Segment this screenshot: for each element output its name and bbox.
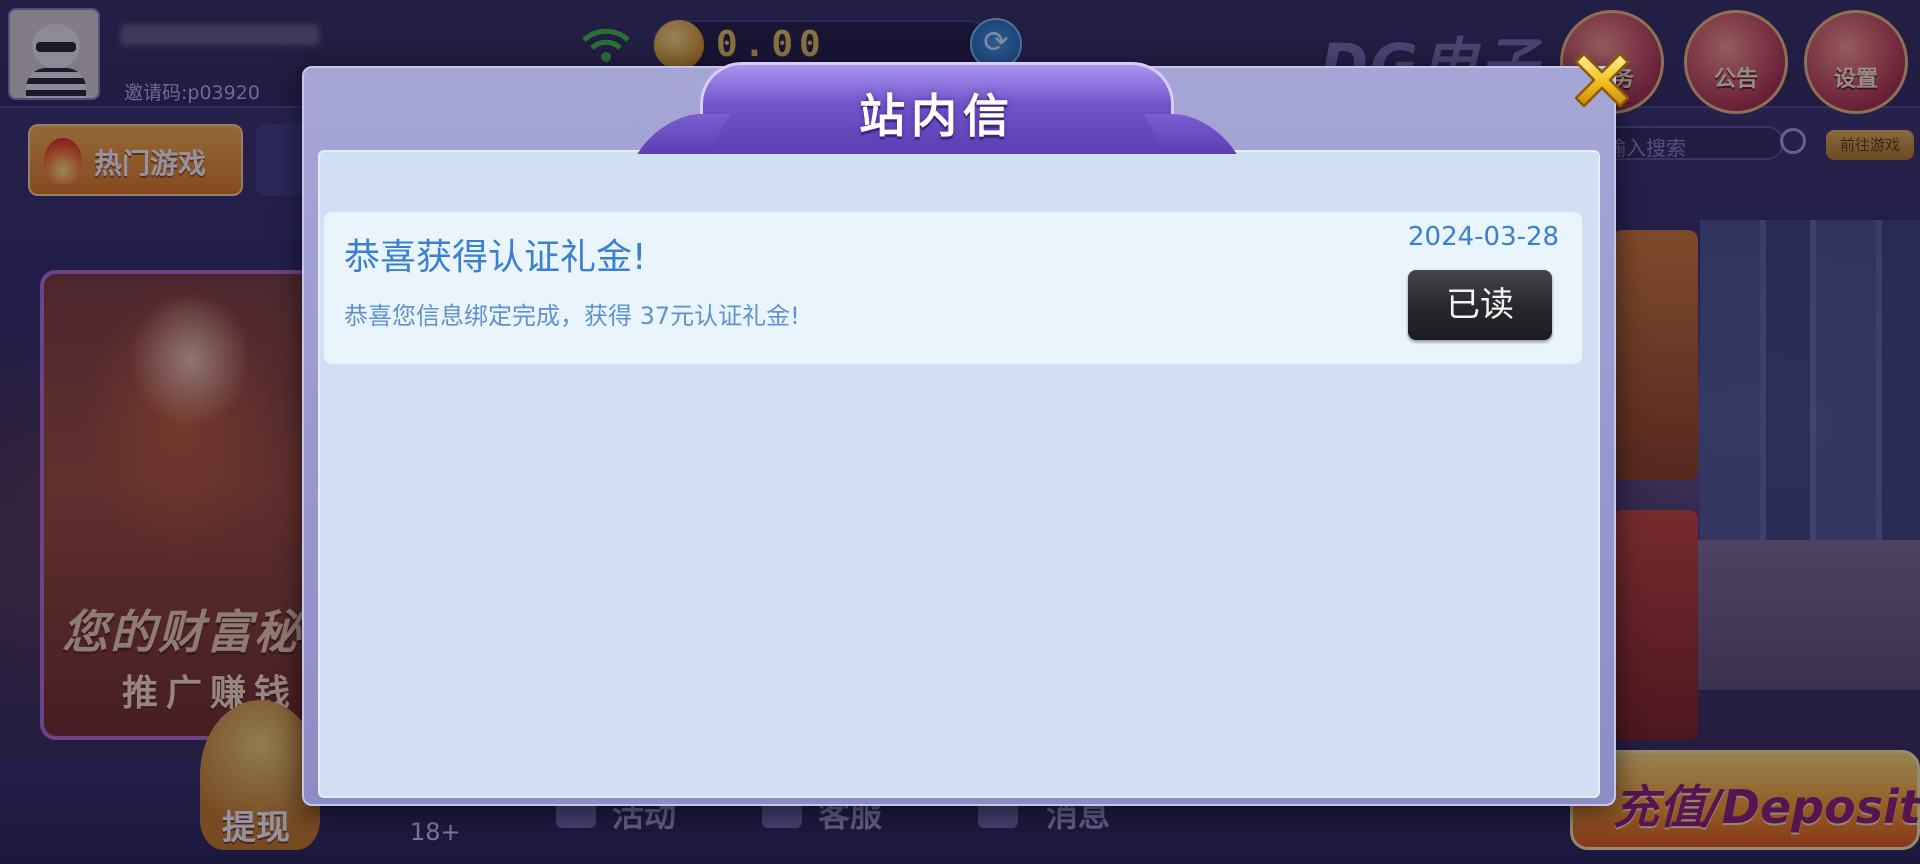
close-x-icon (1574, 52, 1630, 108)
message-body: 恭喜您信息绑定完成，获得 37元认证礼金! (344, 302, 800, 330)
message-date: 2024-03-28 (1408, 222, 1560, 252)
read-status-button[interactable]: 已读 (1408, 270, 1552, 340)
message-title: 恭喜获得认证礼金! (344, 237, 647, 278)
close-button[interactable] (1566, 44, 1638, 116)
modal-title: 站内信 (859, 89, 1015, 143)
